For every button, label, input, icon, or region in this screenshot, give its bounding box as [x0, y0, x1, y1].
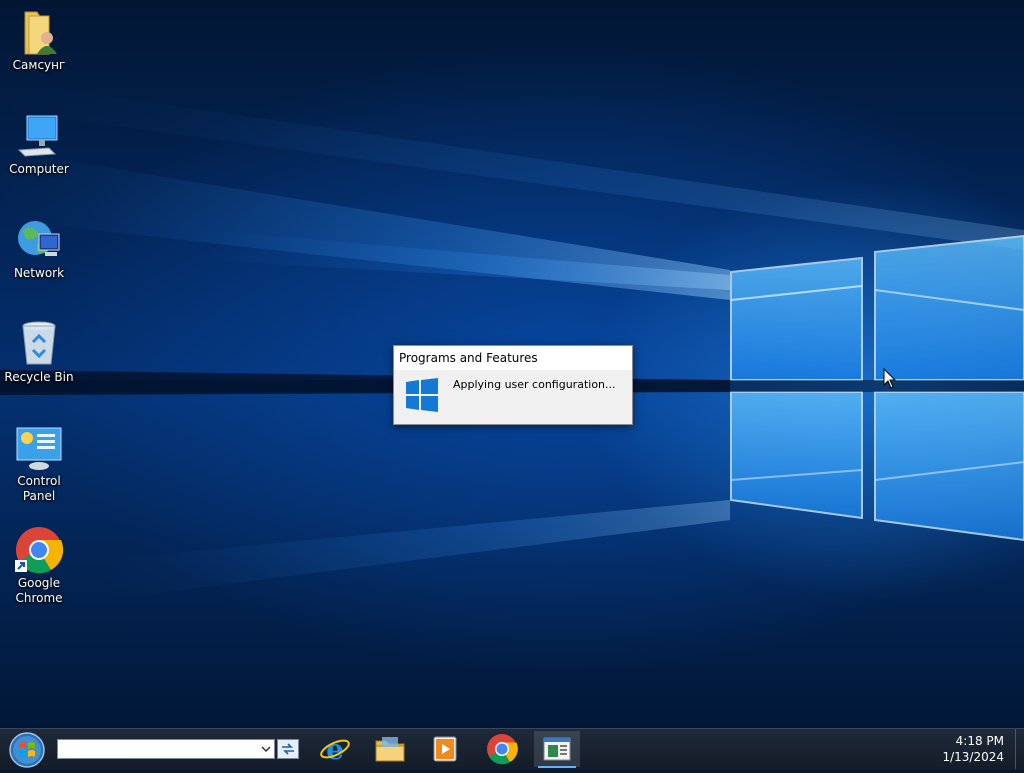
system-clock[interactable]: 4:18 PM 1/13/2024	[924, 733, 1004, 765]
taskbar-internet-explorer[interactable]: e	[312, 731, 358, 767]
taskbar-programs-and-features[interactable]	[534, 731, 580, 768]
dialog-title: Programs and Features	[394, 346, 632, 370]
dialog-body: Applying user configuration...	[394, 370, 632, 424]
network-icon	[18, 221, 60, 256]
start-button[interactable]	[8, 731, 46, 769]
taskbar-file-explorer[interactable]	[367, 731, 413, 767]
desktop-icon-control-panel[interactable]: Control Panel	[0, 424, 78, 504]
taskbar-media-player[interactable]	[422, 731, 468, 767]
control-panel-icon	[16, 427, 62, 470]
dialog-message: Applying user configuration...	[453, 378, 616, 391]
start-orb-icon	[9, 732, 45, 768]
desktop-icon-label: Самсунг	[12, 58, 66, 72]
programs-features-icon	[543, 737, 571, 761]
desktop-icon-user-folder[interactable]: Самсунг	[0, 8, 78, 73]
recycle-bin-icon	[22, 321, 56, 365]
clock-time: 4:18 PM	[955, 734, 1004, 748]
desktop-icon-label: Network	[13, 266, 65, 280]
address-search-input[interactable]	[57, 739, 275, 759]
folder-icon	[375, 737, 405, 762]
desktop-icon-label: Computer	[9, 162, 69, 176]
chevron-down-icon[interactable]	[260, 743, 272, 755]
desktop-icon-google-chrome[interactable]: Google Chrome	[0, 526, 78, 606]
desktop-icon-network[interactable]: Network	[0, 216, 78, 281]
desktop-icon-recycle-bin[interactable]: Recycle Bin	[0, 320, 78, 385]
show-desktop-button[interactable]	[1015, 729, 1024, 769]
go-arrows-icon	[282, 743, 294, 755]
chrome-icon	[487, 734, 518, 765]
programs-and-features-dialog[interactable]: Programs and Features Applying user conf…	[393, 345, 633, 425]
media-player-icon	[433, 736, 457, 762]
windows-logo-icon	[406, 378, 438, 412]
computer-icon	[17, 115, 58, 157]
taskbar: e 4:18 PM 1/13/2024	[0, 728, 1024, 769]
svg-text:e: e	[326, 733, 344, 765]
desktop-icon-label: Recycle Bin	[4, 370, 74, 384]
taskbar-google-chrome[interactable]	[479, 731, 525, 767]
desktop-icon-computer[interactable]: Computer	[0, 112, 78, 177]
clock-date: 1/13/2024	[942, 750, 1004, 764]
ie-icon: e	[320, 733, 350, 765]
address-go-button[interactable]	[277, 739, 299, 759]
desktop-icon-label: Google Chrome	[15, 576, 63, 605]
desktop-icon-label: Control Panel	[17, 474, 61, 503]
user-folder-icon	[24, 11, 57, 55]
mouse-cursor-icon	[883, 368, 897, 389]
chrome-icon	[15, 527, 64, 574]
